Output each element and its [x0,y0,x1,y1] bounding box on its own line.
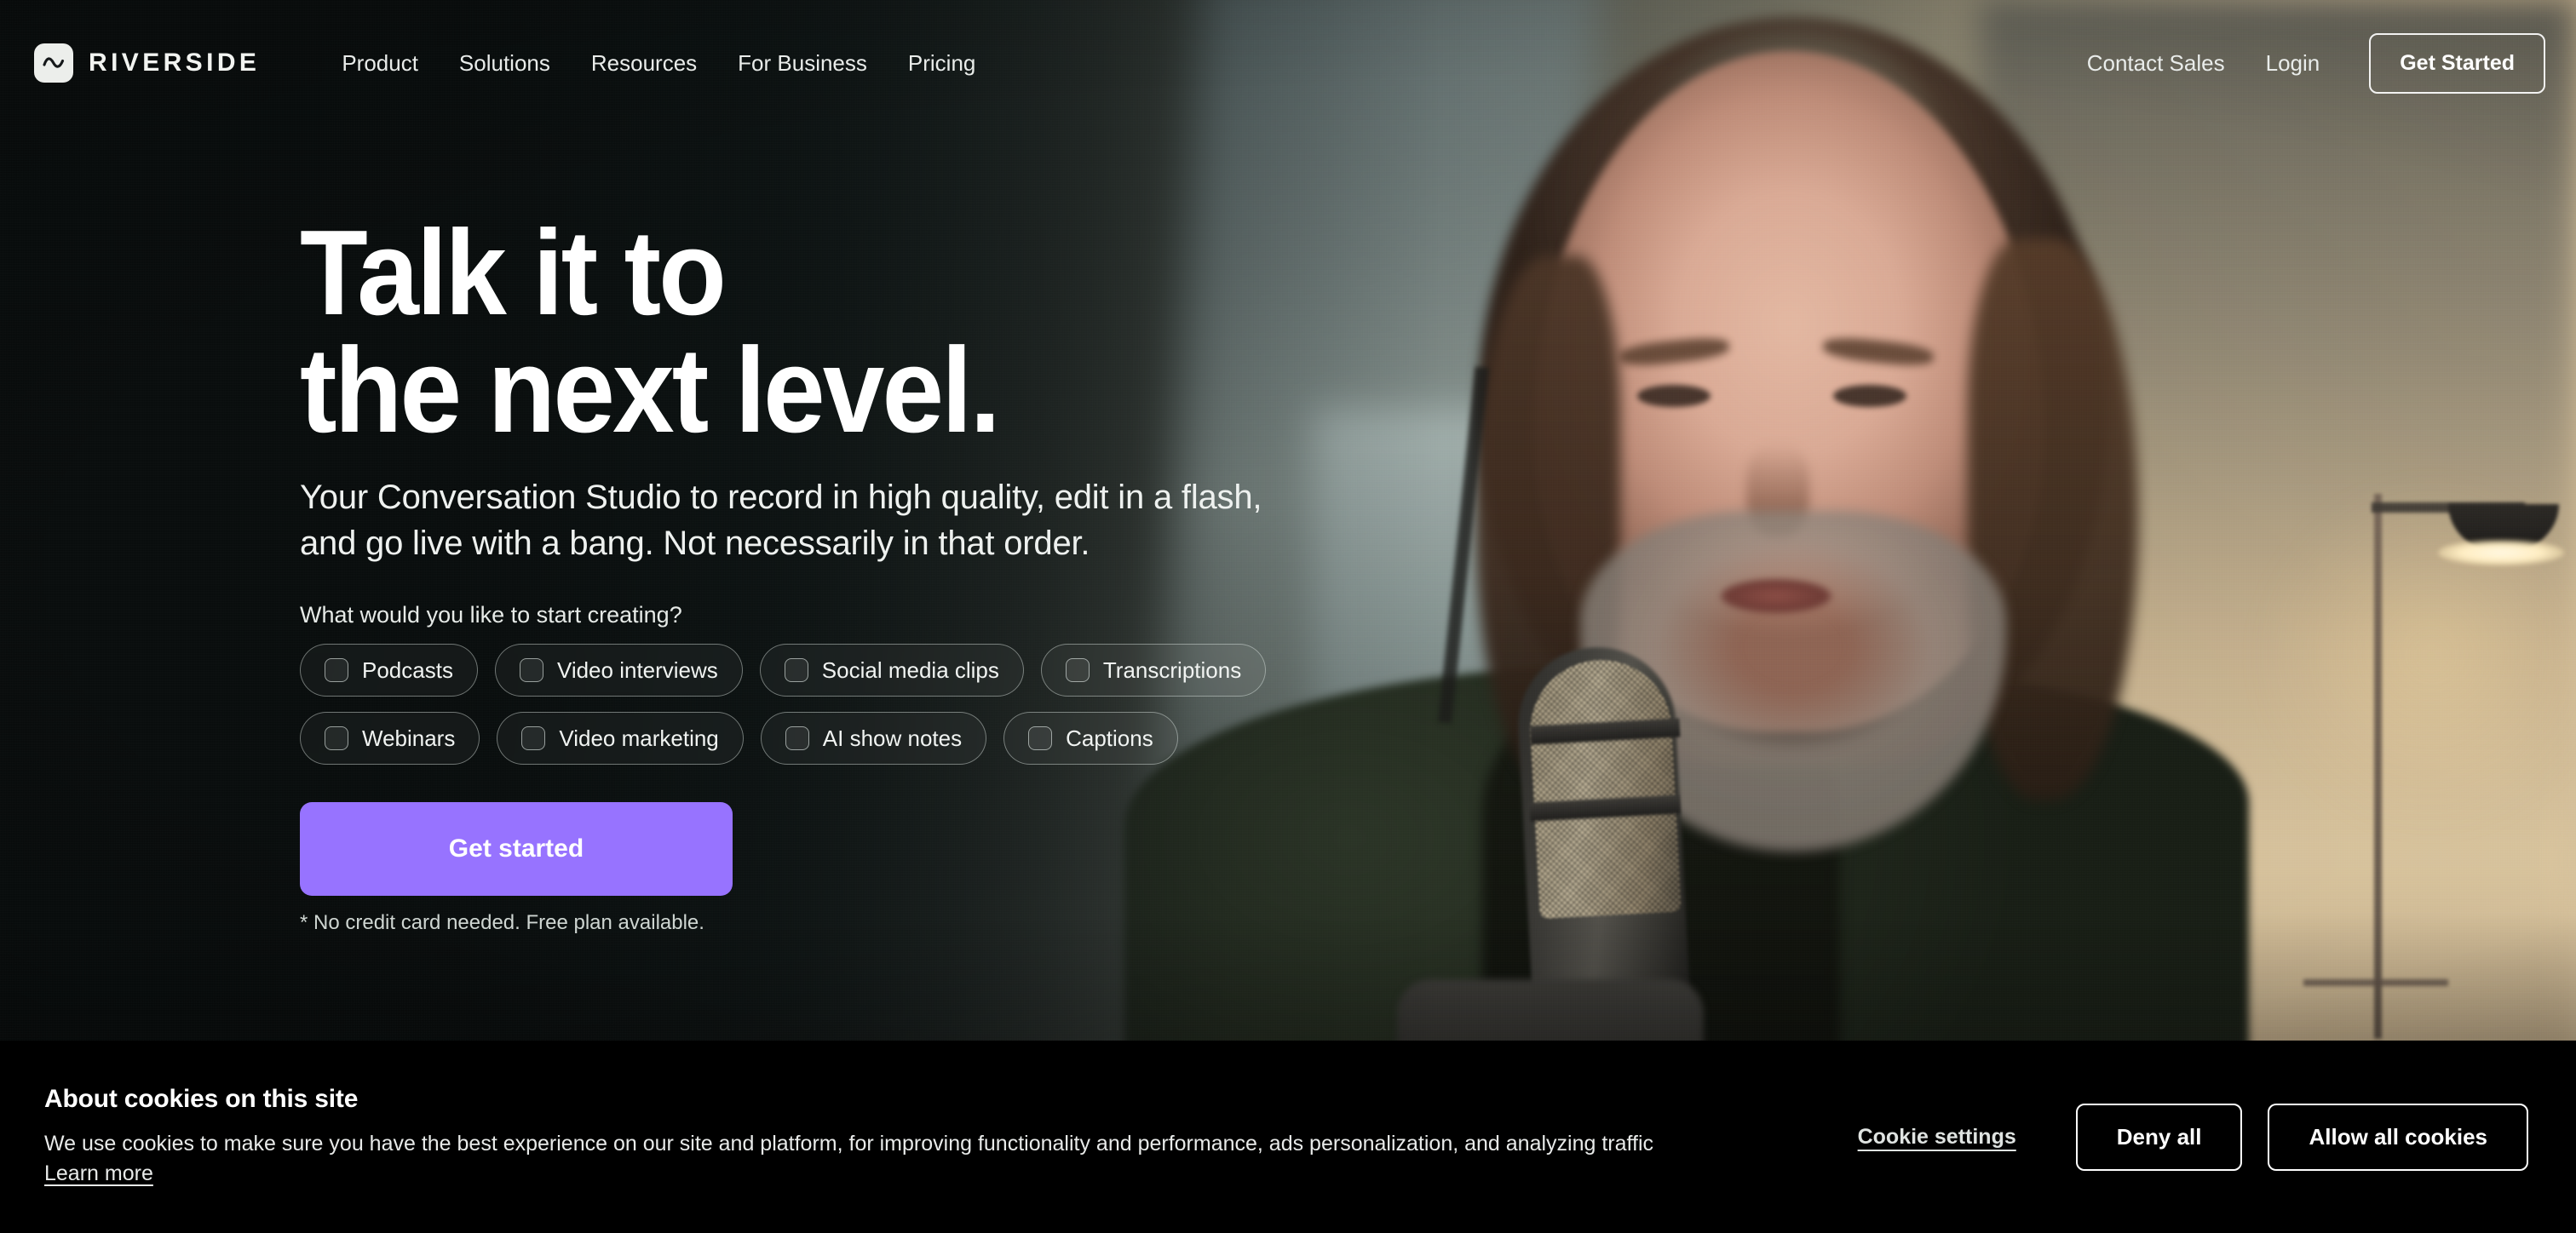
nav-item-for-business[interactable]: For Business [717,42,888,85]
contact-sales-link[interactable]: Contact Sales [2067,42,2245,85]
chip-video-interviews[interactable]: Video interviews [494,644,743,697]
nav-item-solutions[interactable]: Solutions [439,42,571,85]
get-started-cta-button[interactable]: Get started [300,802,733,897]
checkbox-icon[interactable] [785,726,809,751]
checkbox-icon[interactable] [1028,726,1053,751]
chip-captions[interactable]: Captions [1003,712,1178,766]
cookie-consent-banner: About cookies on this site We use cookie… [0,1041,2576,1233]
site-header: RIVERSIDE Product Solutions Resources Fo… [0,0,2576,126]
nav-item-pricing[interactable]: Pricing [888,42,996,85]
chip-ai-show-notes[interactable]: AI show notes [760,712,987,766]
checkbox-icon[interactable] [325,726,348,751]
hero-subtitle: Your Conversation Studio to record in hi… [300,479,1262,563]
chip-label: AI show notes [822,725,963,751]
hero-section: Talk it to the next level. Your Conversa… [300,205,1492,935]
chip-social-media-clips[interactable]: Social media clips [759,644,1024,697]
header-actions: Contact Sales Login Get Started [2067,32,2545,94]
login-link[interactable]: Login [2245,42,2341,85]
page-title: Talk it to the next level. [300,205,1001,458]
brand-name: RIVERSIDE [89,49,261,77]
cookie-copy: About cookies on this site We use cookie… [44,1085,1688,1190]
allow-all-cookies-button[interactable]: Allow all cookies [2268,1103,2528,1171]
chip-label: Social media clips [821,657,999,683]
chip-transcriptions[interactable]: Transcriptions [1040,644,1267,697]
checkbox-icon[interactable] [1065,658,1090,683]
chip-label: Captions [1066,725,1153,751]
chip-podcasts[interactable]: Podcasts [300,644,478,697]
cookie-body-text: We use cookies to make sure you have the… [44,1131,1654,1156]
chip-label: Video interviews [556,657,718,683]
cookie-learn-more-link[interactable]: Learn more [44,1161,153,1185]
chip-label: Webinars [362,725,456,751]
checkbox-icon[interactable] [784,658,808,683]
checkbox-icon[interactable] [519,658,543,683]
primary-nav: Product Solutions Resources For Business… [321,42,996,85]
cookie-actions: Cookie settings Deny all Allow all cooki… [1858,1103,2528,1171]
chip-video-marketing[interactable]: Video marketing [497,712,744,766]
hero-prompt-label: What would you like to start creating? [300,602,682,628]
cookie-settings-link[interactable]: Cookie settings [1858,1125,2016,1150]
chip-label: Transcriptions [1102,657,1242,683]
chip-webinars[interactable]: Webinars [300,712,480,766]
brand-logo[interactable]: RIVERSIDE [34,43,260,83]
chip-label: Podcasts [362,657,453,683]
cookie-title: About cookies on this site [44,1084,359,1113]
cta-disclaimer: * No credit card needed. Free plan avail… [300,911,704,935]
cookie-body: We use cookies to make sure you have the… [44,1129,1688,1190]
interest-chip-group: Podcasts Video interviews Social media c… [300,644,1305,766]
deny-all-button[interactable]: Deny all [2075,1103,2243,1171]
waveform-icon [34,43,73,83]
chip-label: Video marketing [559,725,719,751]
checkbox-icon[interactable] [521,726,546,751]
page-root: RIVERSIDE Product Solutions Resources Fo… [0,0,2576,1233]
nav-item-product[interactable]: Product [321,42,439,85]
get-started-header-button[interactable]: Get Started [2369,32,2545,94]
nav-item-resources[interactable]: Resources [571,42,717,85]
checkbox-icon[interactable] [325,658,348,683]
